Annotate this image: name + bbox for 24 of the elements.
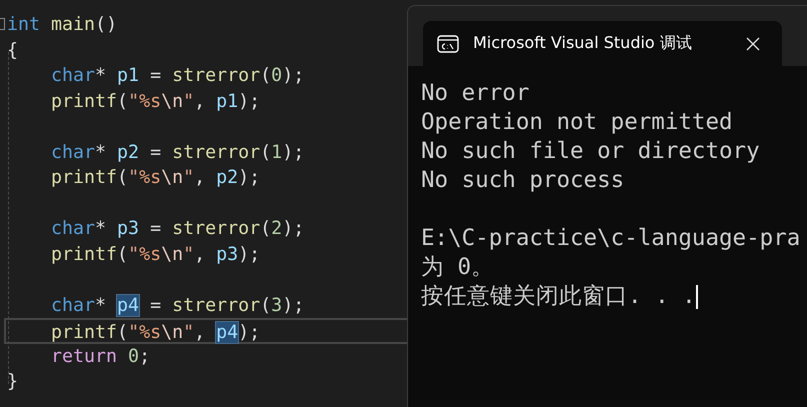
output-line: No such file or directory — [421, 137, 761, 166]
output-line: 按任意键关闭此窗口. . . — [421, 282, 699, 311]
close-icon[interactable] — [746, 36, 760, 50]
output-line: No such process — [421, 166, 626, 195]
tab-title: Microsoft Visual Studio 调试 — [473, 33, 692, 54]
code-line: } — [7, 370, 20, 394]
code-line: { — [7, 38, 20, 62]
code-line: char* p3 = strerror(2); — [50, 217, 306, 241]
output-line: No error — [421, 79, 530, 108]
code-line: printf("%s\n", p1); — [50, 90, 262, 114]
code-line: int main() — [7, 13, 118, 37]
output-line: Operation not permitted — [421, 108, 734, 137]
output-line: E:\C-practice\c-language-pra — [421, 224, 802, 253]
code-line: printf("%s\n", p2); — [50, 166, 262, 190]
output-line: 为 0。 — [421, 253, 496, 282]
code-line: char* p4 = strerror(3); — [50, 294, 306, 318]
code-line: return 0; — [50, 344, 152, 368]
code-line: char* p2 = strerror(1); — [50, 140, 306, 164]
code-line: printf("%s\n", p3); — [50, 242, 262, 266]
current-code-line: printf("%s\n", p4); — [4, 318, 407, 344]
text-cursor-icon — [696, 284, 698, 309]
code-line: char* p1 = strerror(0); — [50, 64, 306, 88]
terminal-tab[interactable]: Microsoft Visual Studio 调试 — [423, 21, 782, 66]
terminal-icon — [437, 34, 459, 52]
